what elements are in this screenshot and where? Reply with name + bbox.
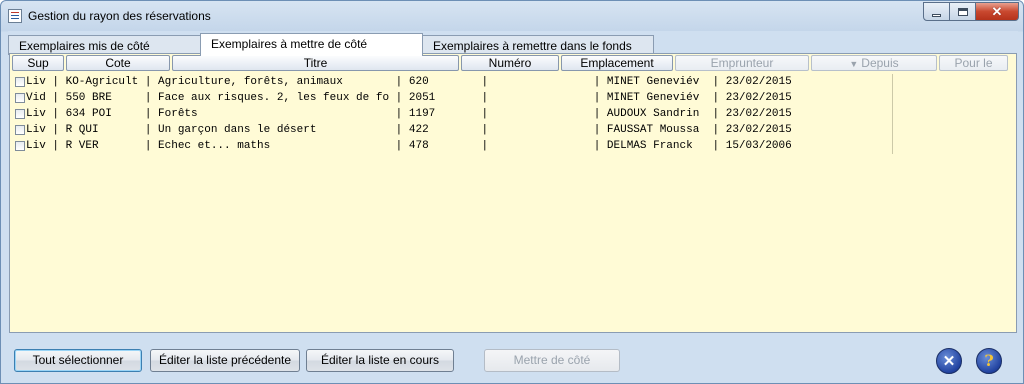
row-text: Liv | R VER | Echec et... maths | 478 | … (26, 140, 792, 152)
row-text: Liv | KO-Agricult | Agriculture, forêts,… (26, 76, 792, 88)
column-divider (892, 106, 893, 122)
reservation-list: Liv | KO-Agricult | Agriculture, forêts,… (12, 74, 1016, 154)
column-header-depuis-label: Depuis (861, 56, 899, 70)
table-row[interactable]: Liv | R QUI | Un garçon dans le désert |… (12, 122, 1016, 138)
close-circle-icon[interactable]: ✕ (936, 348, 962, 374)
tab-panel: Sup Cote Titre Numéro Emplacement Emprun… (9, 53, 1017, 333)
window-title: Gestion du rayon des réservations (28, 9, 211, 23)
set-aside-button[interactable]: Mettre de côté (484, 349, 620, 372)
tab-bar: Exemplaires mis de côté Exemplaires à me… (8, 33, 1018, 56)
edit-previous-list-button[interactable]: Éditer la liste précédente (150, 349, 300, 372)
edit-current-list-button[interactable]: Éditer la liste en cours (306, 349, 454, 372)
row-checkbox[interactable] (15, 93, 25, 103)
table-row[interactable]: Liv | KO-Agricult | Agriculture, forêts,… (12, 74, 1016, 90)
row-text: Vid | 550 BRE | Face aux risques. 2, les… (26, 92, 792, 104)
select-all-button[interactable]: Tout sélectionner (14, 349, 142, 372)
minimize-icon (932, 13, 941, 17)
table-row[interactable]: Liv | R VER | Echec et... maths | 478 | … (12, 138, 1016, 154)
close-x-glyph: ✕ (942, 352, 956, 370)
client-area: Exemplaires mis de côté Exemplaires à me… (8, 31, 1018, 377)
title-bar[interactable]: Gestion du rayon des réservations ✕ (1, 1, 1023, 31)
close-button[interactable]: ✕ (975, 2, 1019, 21)
help-circle-icon[interactable]: ? (976, 348, 1002, 374)
tab-a-remettre-dans-le-fonds[interactable]: Exemplaires à remettre dans le fonds (422, 35, 654, 55)
row-text: Liv | R QUI | Un garçon dans le désert |… (26, 124, 792, 136)
row-checkbox[interactable] (15, 125, 25, 135)
column-header-emplacement[interactable]: Emplacement (561, 55, 673, 71)
tab-a-mettre-de-cote[interactable]: Exemplaires à mettre de côté (200, 33, 423, 56)
column-header-emprunteur[interactable]: Emprunteur (675, 55, 809, 71)
maximize-icon (957, 7, 968, 16)
column-header-titre[interactable]: Titre (172, 55, 459, 71)
sort-down-icon: ▼ (849, 59, 859, 69)
row-checkbox[interactable] (15, 109, 25, 119)
column-divider (892, 122, 893, 138)
grid-header: Sup Cote Titre Numéro Emplacement Emprun… (10, 55, 1016, 72)
row-checkbox[interactable] (15, 77, 25, 87)
tab-mis-de-cote[interactable]: Exemplaires mis de côté (8, 35, 201, 55)
column-divider (892, 138, 893, 154)
table-row[interactable]: Vid | 550 BRE | Face aux risques. 2, les… (12, 90, 1016, 106)
column-header-numero[interactable]: Numéro (461, 55, 559, 71)
column-header-depuis[interactable]: ▼ Depuis (811, 55, 937, 71)
minimize-button[interactable] (923, 2, 950, 21)
close-icon: ✕ (991, 4, 1003, 19)
app-icon (8, 9, 22, 23)
row-checkbox[interactable] (15, 141, 25, 151)
action-bar: Tout sélectionner Éditer la liste précéd… (8, 339, 1018, 377)
column-header-sup[interactable]: Sup (12, 55, 64, 71)
main-window: Gestion du rayon des réservations ✕ Exem… (0, 0, 1024, 384)
column-header-cote[interactable]: Cote (66, 55, 170, 71)
table-row[interactable]: Liv | 634 POI | Forêts | 1197 | | AUDOUX… (12, 106, 1016, 122)
column-header-pour-le[interactable]: Pour le (939, 55, 1008, 71)
column-divider (892, 74, 893, 90)
column-divider (892, 90, 893, 106)
maximize-button[interactable] (949, 2, 976, 21)
row-text: Liv | 634 POI | Forêts | 1197 | | AUDOUX… (26, 108, 792, 120)
question-mark-glyph: ? (984, 351, 994, 370)
